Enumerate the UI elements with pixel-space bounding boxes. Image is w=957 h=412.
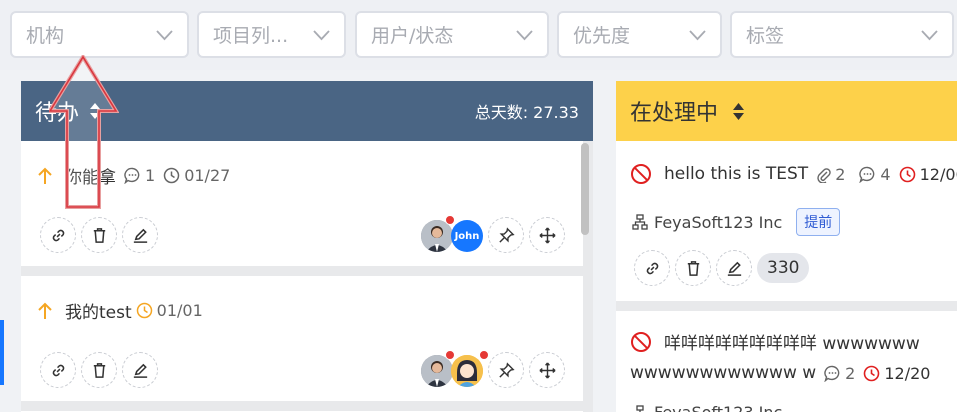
attachment-count: 2	[816, 165, 845, 184]
pin-icon[interactable]	[488, 217, 524, 253]
filter-project-list[interactable]: 项目列...	[197, 11, 346, 58]
avatar-user-cartoon[interactable]	[451, 355, 483, 387]
task-actions	[40, 352, 163, 388]
blocked-icon	[631, 331, 651, 352]
comment-count: 4	[859, 164, 891, 184]
clock-icon	[163, 167, 180, 184]
org-name: FeyaSoft123 Inc	[654, 212, 783, 232]
filter-tags[interactable]: 标签	[730, 11, 954, 58]
edit-icon[interactable]	[716, 250, 752, 286]
task-card-title-row: 我的test 01/01	[37, 298, 203, 323]
column-processing: 在处理中 hello this is TEST 2 4 12/06 FeyaSo…	[616, 81, 957, 412]
priority-up-icon	[37, 302, 53, 320]
clock-icon	[899, 166, 915, 182]
filter-user-status[interactable]: 用户/状态	[355, 11, 549, 58]
due-date: 12/20	[863, 364, 930, 383]
comment-count-value: 4	[880, 164, 891, 184]
task-right-actions	[488, 352, 570, 388]
filter-organization[interactable]: 机构	[10, 11, 189, 58]
task-actions: 330	[634, 250, 810, 286]
comment-count: 2	[824, 364, 855, 383]
task-title: 我的test	[65, 303, 132, 323]
task-title-line-2: wwwwwwwwwwww w	[630, 363, 817, 383]
clock-icon	[864, 365, 880, 381]
paperclip-icon	[817, 167, 831, 183]
delete-icon[interactable]	[81, 352, 117, 388]
task-title-line-1: 咩咩咩咩咩咩咩咩咩 wwwwwww	[664, 334, 920, 354]
org-row: FeyaSoft123 Inc 提前	[632, 208, 841, 236]
task-card[interactable]: hello this is TEST 2 4 12/06 FeyaSoft123…	[616, 141, 957, 301]
filter-tags-placeholder: 标签	[746, 25, 785, 47]
blocked-icon	[631, 164, 651, 184]
attachment-count-value: 2	[835, 164, 846, 184]
filter-bar: 机构 项目列... 用户/状态 优先度 标签	[0, 0, 957, 70]
org-chart-icon	[632, 214, 648, 230]
column-processing-header: 在处理中	[616, 81, 957, 141]
chevron-down-icon	[155, 26, 173, 44]
notification-badge	[445, 350, 455, 360]
due-date-value: 12/06	[919, 164, 957, 184]
task-card[interactable]: 咩咩咩咩咩咩咩咩咩 wwwwwww wwwwwwwwwwww w 2 12/20…	[616, 311, 957, 412]
chevron-down-icon	[515, 26, 533, 44]
task-card[interactable]: 我的test 01/01	[21, 276, 583, 401]
task-card-title-row: hello this is TEST 2 4 12/06	[630, 163, 957, 185]
link-icon[interactable]	[634, 250, 670, 286]
due-date-value: 01/01	[156, 301, 203, 320]
edit-icon[interactable]	[122, 352, 158, 388]
comment-count: 1	[124, 166, 155, 185]
delete-icon[interactable]	[81, 217, 117, 253]
comment-icon	[124, 167, 140, 184]
avatar-john[interactable]: John	[451, 220, 483, 252]
comment-count-value: 1	[145, 166, 156, 185]
task-right-actions	[488, 217, 570, 253]
left-edge-indicator	[0, 320, 4, 385]
filter-user-status-placeholder: 用户/状态	[371, 25, 454, 47]
filter-priority[interactable]: 优先度	[557, 11, 722, 58]
task-card-title-row: 咩咩咩咩咩咩咩咩咩 wwwwwww	[630, 329, 920, 354]
filter-organization-placeholder: 机构	[26, 25, 65, 47]
chevron-down-icon	[312, 26, 330, 44]
delete-icon[interactable]	[675, 250, 711, 286]
due-date-value: 12/20	[884, 363, 931, 383]
move-icon[interactable]	[529, 217, 565, 253]
org-row: FeyaSoft123 Inc	[632, 403, 782, 412]
org-name: FeyaSoft123 Inc	[654, 403, 782, 412]
tag-badge[interactable]: 提前	[796, 208, 841, 236]
chevron-down-icon	[688, 26, 706, 44]
up-arrow-annotation-icon	[49, 55, 119, 209]
filter-priority-placeholder: 优先度	[573, 25, 631, 47]
column-todo: 待办 总天数: 27.33 你能拿 1 01/27	[21, 55, 593, 412]
edit-icon[interactable]	[122, 217, 158, 253]
column-scrollbar[interactable]	[581, 143, 589, 235]
sort-icon[interactable]	[732, 102, 745, 121]
due-date: 12/06	[899, 165, 957, 184]
chevron-down-icon	[920, 26, 938, 44]
task-card-title-row-2: wwwwwwwwwwww w 2 12/20	[630, 363, 930, 383]
column-total-days: 总天数: 27.33	[474, 103, 579, 122]
due-date-value: 01/27	[184, 166, 231, 185]
filter-project-list-placeholder: 项目列...	[213, 25, 289, 47]
column-title: 在处理中	[630, 101, 719, 126]
notification-badge	[445, 215, 455, 225]
link-icon[interactable]	[40, 217, 76, 253]
clock-icon	[136, 302, 152, 319]
due-date: 01/01	[136, 301, 203, 320]
comment-count-value: 2	[845, 363, 856, 383]
comment-icon	[824, 365, 840, 382]
task-title: hello this is TEST	[664, 164, 809, 184]
pin-icon[interactable]	[488, 352, 524, 388]
move-icon[interactable]	[529, 352, 565, 388]
due-date: 01/27	[163, 166, 230, 185]
org-chart-icon	[634, 404, 646, 412]
task-actions	[40, 217, 163, 253]
link-icon[interactable]	[40, 352, 76, 388]
comment-icon	[859, 166, 875, 183]
count-badge: 330	[757, 253, 810, 283]
